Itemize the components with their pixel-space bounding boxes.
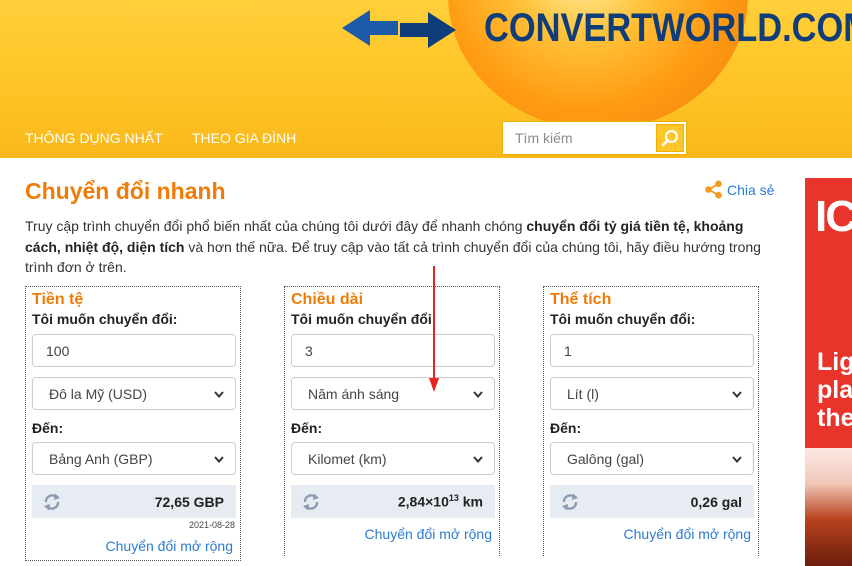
to-label: Đến: (550, 420, 582, 436)
main-nav: THÔNG DỤNG NHẤT THEO GIA ĐÌNH (0, 118, 852, 158)
converter-card-volume: Thể tích Tôi muốn chuyển đổi: 1 Lít (l) … (543, 286, 759, 556)
from-unit-value: Lít (l) (567, 385, 599, 402)
result-bar: 2,84×1013 km (291, 485, 495, 518)
result-unit: km (458, 493, 483, 510)
to-label: Đến: (291, 420, 323, 436)
search-button[interactable] (656, 124, 684, 152)
page-title: Chuyển đổi nhanh (25, 178, 226, 204)
result-base: 2,84×10 (397, 493, 449, 510)
share-button[interactable]: Chia sẻ (704, 180, 774, 199)
ad-image (805, 448, 852, 566)
advanced-converter-link[interactable]: Chuyển đổi mở rộng (624, 526, 751, 542)
red-arrow-annotation (429, 266, 439, 392)
ad-line: pla (817, 376, 852, 404)
chevron-down-icon (214, 390, 224, 398)
result-value: 0,26 gal (690, 493, 742, 510)
nav-item-by-family[interactable]: THEO GIA ĐÌNH (192, 130, 296, 146)
to-unit-value: Bảng Anh (GBP) (49, 450, 153, 467)
advertisement-banner[interactable]: IC Lig pla the (805, 178, 852, 566)
from-label: Tôi muốn chuyển đổi: (32, 311, 178, 327)
to-unit-select[interactable]: Bảng Anh (GBP) (32, 442, 236, 475)
to-unit-value: Galông (gal) (567, 450, 645, 467)
share-icon (705, 180, 722, 199)
advanced-converter-link[interactable]: Chuyển đổi mở rộng (106, 538, 233, 554)
from-label: Tôi muốn chuyển đổi: (550, 311, 696, 327)
search-box (502, 121, 687, 155)
from-unit-select[interactable]: Năm ánh sáng (291, 377, 495, 410)
from-unit-select[interactable]: Lít (l) (550, 377, 754, 410)
amount-input[interactable]: 100 (32, 334, 236, 367)
converter-card-length: Chiều dài Tôi muốn chuyển đổi: 3 Năm ánh… (284, 286, 500, 556)
amount-input[interactable]: 3 (291, 334, 495, 367)
chevron-down-icon (732, 390, 742, 398)
intro-part-1: Truy cập trình chuyển đổi phổ biến nhất … (25, 218, 527, 234)
search-input[interactable] (503, 122, 657, 154)
result-value: 72,65 GBP (154, 493, 224, 510)
search-icon (661, 129, 679, 147)
to-unit-value: Kilomet (km) (308, 450, 387, 467)
from-unit-value: Năm ánh sáng (308, 385, 400, 402)
from-label: Tôi muốn chuyển đổi: (291, 311, 437, 327)
result-value: 2,84×1013 km (398, 493, 483, 510)
ad-line: Lig (817, 348, 852, 376)
chevron-down-icon (214, 455, 224, 463)
swap-icon[interactable] (42, 492, 62, 512)
swap-icon[interactable] (301, 492, 321, 512)
to-unit-select[interactable]: Galông (gal) (550, 442, 754, 475)
amount-input[interactable]: 1 (550, 334, 754, 367)
intro-text: Truy cập trình chuyển đổi phổ biến nhất … (25, 216, 765, 278)
chevron-down-icon (732, 455, 742, 463)
logo-arrows-icon[interactable] (340, 8, 458, 50)
ad-text: Lig pla the (817, 348, 852, 432)
card-title: Thể tích (550, 291, 612, 308)
to-label: Đến: (32, 420, 64, 436)
result-bar: 0,26 gal (550, 485, 754, 518)
card-title: Tiền tệ (32, 291, 84, 308)
ad-line: the (817, 404, 852, 432)
to-unit-select[interactable]: Kilomet (km) (291, 442, 495, 475)
swap-icon[interactable] (560, 492, 580, 512)
chevron-down-icon (473, 390, 483, 398)
chevron-down-icon (473, 455, 483, 463)
rate-date: 2021-08-28 (188, 520, 235, 530)
advanced-converter-link[interactable]: Chuyển đổi mở rộng (365, 526, 492, 542)
result-bar: 72,65 GBP (32, 485, 236, 518)
site-header: CONVERTWORLD.COM THÔNG DỤNG NHẤT THEO GI… (0, 0, 852, 158)
ad-brand-text: IC (815, 192, 852, 241)
site-logo-text[interactable]: CONVERTWORLD.COM (484, 6, 852, 51)
share-label: Chia sẻ (727, 181, 775, 198)
from-unit-select[interactable]: Đô la Mỹ (USD) (32, 377, 236, 410)
nav-item-popular[interactable]: THÔNG DỤNG NHẤT (25, 130, 163, 146)
card-title: Chiều dài (291, 291, 364, 308)
from-unit-value: Đô la Mỹ (USD) (49, 385, 148, 402)
result-exponent: 13 (448, 493, 459, 504)
converter-card-currency: Tiền tệ Tôi muốn chuyển đổi: 100 Đô la M… (25, 286, 241, 561)
